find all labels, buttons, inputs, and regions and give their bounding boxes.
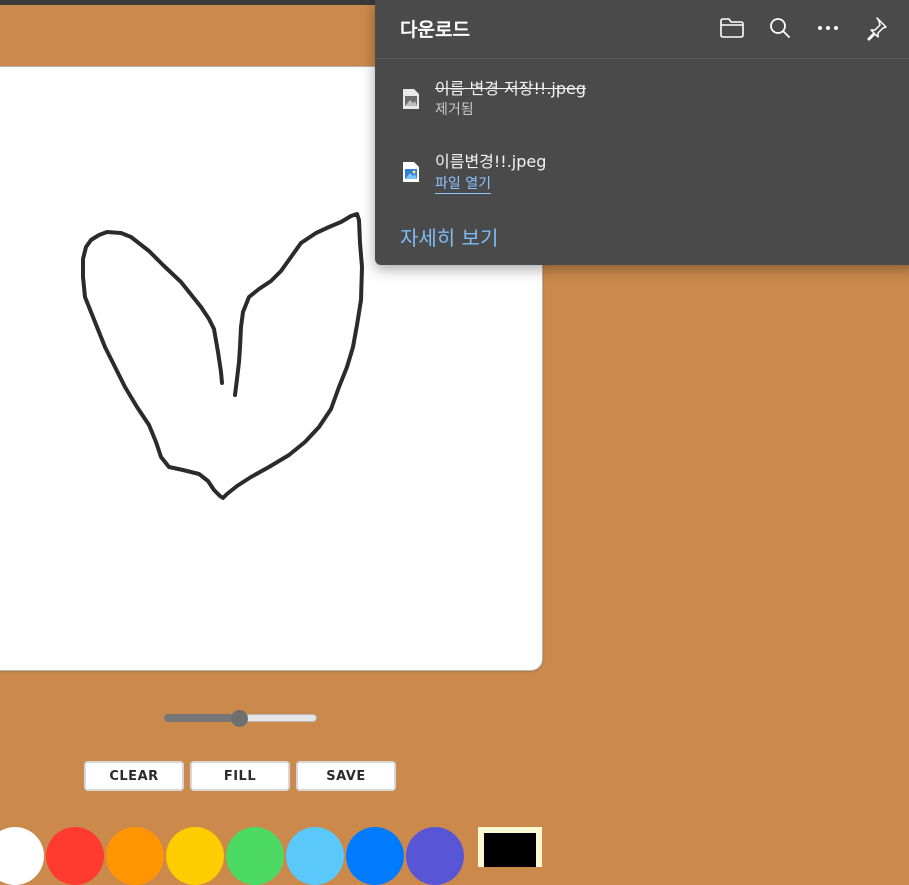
current-color-swatch: [478, 827, 542, 867]
color-swatch[interactable]: [346, 827, 404, 885]
slider-thumb[interactable]: [230, 710, 248, 727]
color-swatch[interactable]: [286, 827, 344, 885]
image-file-icon: [403, 162, 419, 182]
color-swatch[interactable]: [106, 827, 164, 885]
panel-divider: [375, 58, 909, 59]
downloads-panel: 다운로드 이름 변경 저장!!.jpeg 제거됨 이름변경!!.jpeg 파일 …: [375, 0, 909, 265]
download-filename: 이름변경!!.jpeg: [435, 152, 547, 171]
slider-fill: [164, 714, 239, 722]
color-swatch[interactable]: [406, 827, 464, 885]
save-button[interactable]: SAVE: [296, 761, 396, 791]
see-more-link[interactable]: 자세히 보기: [400, 222, 498, 251]
download-filename: 이름 변경 저장!!.jpeg: [435, 79, 587, 98]
current-color: [484, 833, 536, 867]
image-file-icon: [403, 89, 419, 109]
open-file-link[interactable]: 파일 열기: [435, 173, 491, 194]
color-swatch[interactable]: [46, 827, 104, 885]
more-icon[interactable]: [814, 14, 842, 42]
pin-icon[interactable]: [862, 14, 890, 42]
folder-icon[interactable]: [718, 14, 746, 42]
download-status: 제거됨: [435, 102, 474, 118]
download-item[interactable]: 이름변경!!.jpeg 파일 열기: [375, 139, 909, 201]
color-swatch[interactable]: [0, 827, 44, 885]
fill-button[interactable]: FILL: [190, 761, 290, 791]
downloads-title: 다운로드: [400, 19, 470, 41]
download-item[interactable]: 이름 변경 저장!!.jpeg 제거됨: [375, 66, 909, 128]
drawing-stroke: [81, 212, 364, 500]
color-swatch[interactable]: [166, 827, 224, 885]
search-icon[interactable]: [766, 14, 794, 42]
color-swatch[interactable]: [226, 827, 284, 885]
brush-size-slider[interactable]: [164, 710, 317, 727]
clear-button[interactable]: CLEAR: [84, 761, 184, 791]
